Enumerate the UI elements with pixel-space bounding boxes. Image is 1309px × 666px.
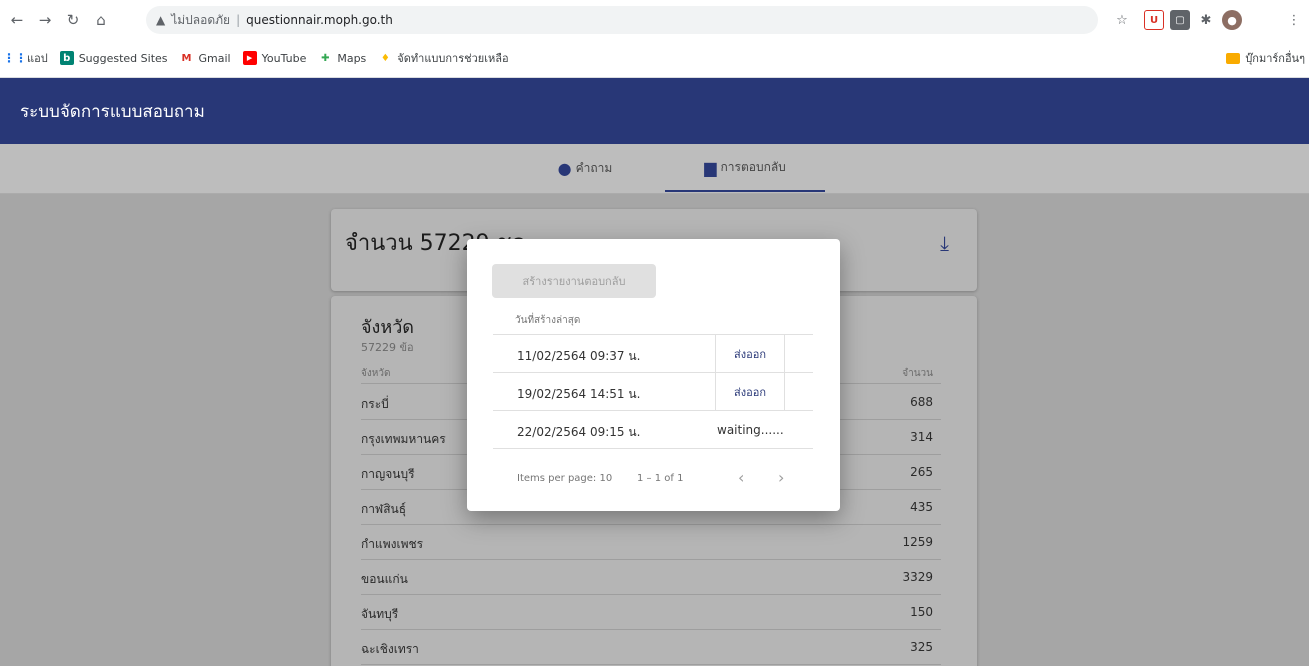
extension-box-icon[interactable]: ▢ <box>1170 10 1190 30</box>
gmail-icon: M <box>181 52 192 64</box>
warning-icon: ▲ <box>156 13 166 27</box>
help-icon: ● <box>557 158 572 178</box>
table-row: กำแพงเพชร 1259 <box>361 525 941 560</box>
province-name: กาฬสินธุ์ <box>361 502 407 516</box>
tab-label: คำถาม <box>575 160 613 175</box>
bookmarks-bar: ⋮⋮ แอป b Suggested Sites M Gmail ▶ YouTu… <box>0 44 1309 72</box>
last-created-header: วันที่สร้างล่าสุด <box>515 315 581 326</box>
page-range-label: 1 – 1 of 1 <box>637 473 684 484</box>
menu-kebab-icon[interactable]: ⋮ <box>1284 10 1304 30</box>
province-title: จังหวัด <box>361 317 414 338</box>
bookmark-youtube[interactable]: ▶ YouTube <box>242 51 307 65</box>
export-status-waiting: waiting...... <box>717 423 784 437</box>
bookmark-gmail[interactable]: M Gmail <box>180 51 231 65</box>
province-name: ฉะเชิงเทรา <box>361 642 419 656</box>
table-row: ขอนแก่น 3329 <box>361 560 941 595</box>
paginator: Items per page: 10 1 – 1 of 1 ‹ › <box>493 467 813 491</box>
province-name: จันทบุรี <box>361 607 399 621</box>
export-date: 19/02/2564 14:51 น. <box>517 387 641 401</box>
export-date: 22/02/2564 09:15 น. <box>517 425 641 439</box>
bookmark-maps[interactable]: ✚ Maps <box>318 51 366 65</box>
column-header-count: จำนวน <box>902 368 933 379</box>
tab-bar: ● คำถาม ▆ การตอบกลับ <box>0 144 1309 194</box>
export-list: 11/02/2564 09:37 น. ส่งออก 19/02/2564 14… <box>493 334 813 449</box>
other-bookmarks[interactable]: บุ๊กมาร์กอื่นๆ <box>1226 44 1305 72</box>
province-name: กำแพงเพชร <box>361 537 424 551</box>
chevron-left-icon[interactable]: ‹ <box>738 468 744 487</box>
export-download-link[interactable]: ส่งออก <box>715 373 785 410</box>
forward-arrow-icon[interactable]: → <box>34 9 56 31</box>
province-name: ขอนแก่น <box>361 572 408 586</box>
tab-questions[interactable]: ● คำถาม <box>530 144 640 192</box>
province-count: 265 <box>910 465 933 479</box>
bookmark-label: Suggested Sites <box>78 51 168 65</box>
reload-icon[interactable]: ↻ <box>62 9 84 31</box>
tab-responses[interactable]: ▆ การตอบกลับ <box>665 144 825 192</box>
province-count: 1259 <box>902 535 933 549</box>
forum-icon: ▆ <box>704 157 717 177</box>
home-icon[interactable]: ⌂ <box>90 9 112 31</box>
province-count: 150 <box>910 605 933 619</box>
export-row: 22/02/2564 09:15 น. waiting...... <box>493 411 813 449</box>
bookmark-label: จัดทำแบบการช่วยเหลือ <box>397 52 509 65</box>
star-icon[interactable]: ☆ <box>1112 10 1132 30</box>
maps-icon: ✚ <box>321 52 330 64</box>
export-row: 19/02/2564 14:51 น. ส่งออก <box>493 373 813 411</box>
export-row: 11/02/2564 09:37 น. ส่งออก <box>493 335 813 373</box>
province-count: 435 <box>910 500 933 514</box>
bing-icon: b <box>59 51 74 65</box>
bookmark-label: แอป <box>27 52 48 65</box>
extension-shield-icon[interactable]: U <box>1144 10 1164 30</box>
app-title: ระบบจัดการแบบสอบถาม <box>20 101 205 122</box>
extensions-puzzle-icon[interactable]: ✱ <box>1196 10 1216 30</box>
bookmark-custom[interactable]: ♦ จัดทำแบบการช่วยเหลือ <box>378 49 509 67</box>
table-row: ฉะเชิงเทรา 325 <box>361 630 941 665</box>
security-status: ไม่ปลอดภัย <box>171 12 231 27</box>
province-count: 325 <box>910 640 933 654</box>
create-report-button[interactable]: สร้างรายงานตอบกลับ <box>492 264 656 298</box>
province-name: กระบี่ <box>361 397 389 411</box>
province-count: 314 <box>910 430 933 444</box>
app-header: ระบบจัดการแบบสอบถาม <box>0 78 1309 144</box>
browser-chrome: ← → ↻ ⌂ ▲ ไม่ปลอดภัย | questionnair.moph… <box>0 0 1309 78</box>
bookmark-suggested-sites[interactable]: b Suggested Sites <box>59 51 168 65</box>
province-name: กาญจนบุรี <box>361 467 415 481</box>
other-bookmarks-label: บุ๊กมาร์กอื่นๆ <box>1245 52 1305 65</box>
province-count: 3329 <box>902 570 933 584</box>
url-text: questionnair.moph.go.th <box>246 13 393 27</box>
bookmark-label: Maps <box>337 51 367 65</box>
bookmark-label: YouTube <box>261 51 307 65</box>
apps-icon: ⋮⋮ <box>3 51 27 65</box>
export-dialog: สร้างรายงานตอบกลับ วันที่สร้างล่าสุด 11/… <box>467 239 840 511</box>
download-icon[interactable]: ⤓ <box>940 231 949 255</box>
profile-avatar-icon[interactable]: ● <box>1222 10 1242 30</box>
chevron-right-icon[interactable]: › <box>778 468 784 487</box>
province-name: กรุงเทพมหานคร <box>361 432 446 446</box>
bookmark-apps[interactable]: ⋮⋮ แอป <box>3 49 48 67</box>
bookmark-label: Gmail <box>198 51 231 65</box>
column-header-province: จังหวัด <box>361 368 391 379</box>
items-per-page-label[interactable]: Items per page: 10 <box>517 473 612 484</box>
bookmark-icon: ♦ <box>380 52 390 64</box>
address-bar[interactable]: ▲ ไม่ปลอดภัย | questionnair.moph.go.th <box>146 6 1098 34</box>
table-row: จันทบุรี 150 <box>361 595 941 630</box>
back-arrow-icon[interactable]: ← <box>6 9 28 31</box>
export-date: 11/02/2564 09:37 น. <box>517 349 641 363</box>
url-separator: | <box>236 13 241 27</box>
export-download-link[interactable]: ส่งออก <box>715 335 785 372</box>
tab-label: การตอบกลับ <box>720 159 786 174</box>
province-count: 688 <box>910 395 933 409</box>
youtube-icon: ▶ <box>242 51 257 65</box>
folder-icon <box>1226 52 1241 64</box>
province-subtitle: 57229 ข้อ <box>361 341 414 354</box>
browser-toolbar: ← → ↻ ⌂ ▲ ไม่ปลอดภัย | questionnair.moph… <box>0 0 1309 40</box>
